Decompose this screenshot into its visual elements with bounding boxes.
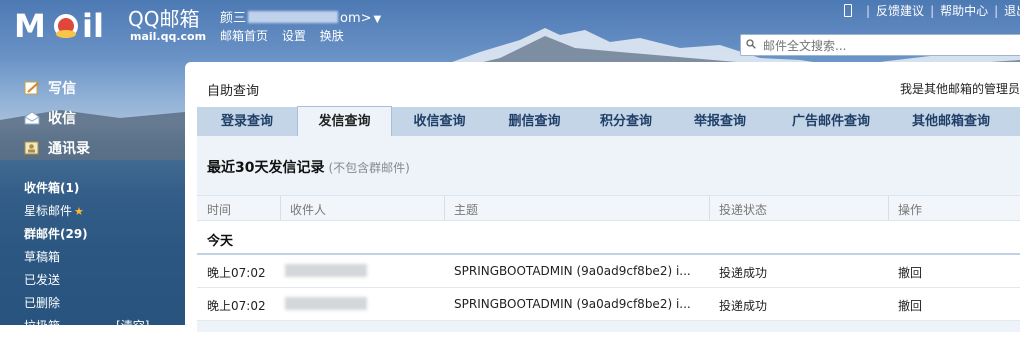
- recall-link[interactable]: 撤回: [898, 297, 922, 314]
- envelope-icon: [24, 111, 40, 125]
- contacts-label: 通讯录: [48, 141, 90, 157]
- divider: |: [994, 4, 999, 18]
- account-selector[interactable]: 颜三 om> ▼: [220, 7, 381, 26]
- folder-spam-label: 垃圾箱: [24, 319, 61, 333]
- group-label: 今天: [207, 234, 234, 249]
- account-name-prefix: 颜三: [220, 11, 247, 26]
- row-time: 晚上07:02: [207, 266, 266, 280]
- recipient-redacted: [285, 264, 367, 277]
- compose-icon: [24, 81, 39, 95]
- main-panel: 自助查询 我是其他邮箱的管理员 登录查询 发信查询 收信查询 删信查询 积分查询…: [185, 62, 1020, 332]
- row-status: 投递成功: [719, 266, 768, 280]
- compose-button[interactable]: 写信: [24, 78, 76, 98]
- nav-mail-home[interactable]: 邮箱首页: [220, 29, 268, 43]
- folder-deleted[interactable]: 已删除: [24, 295, 149, 318]
- contacts-icon: [24, 141, 39, 155]
- tab-report-query[interactable]: 举报查询: [670, 107, 770, 136]
- tab-delete-query[interactable]: 删信查询: [487, 107, 582, 136]
- column-recipient: 收件人: [290, 203, 327, 217]
- compose-label: 写信: [48, 81, 76, 97]
- help-link[interactable]: 帮助中心: [940, 4, 988, 18]
- folder-drafts[interactable]: 草稿箱: [24, 249, 149, 272]
- search-box[interactable]: [740, 34, 1020, 56]
- column-action: 操作: [898, 203, 923, 217]
- top-nav: 邮箱首页 设置 换肤: [220, 27, 354, 44]
- tab-login-query[interactable]: 登录查询: [197, 107, 297, 136]
- divider: |: [930, 4, 935, 18]
- account-name-suffix: om>: [340, 11, 372, 26]
- folder-list: 收件箱(1) 星标邮件 ★ 群邮件(29) 草稿箱 已发送 已删除 垃圾箱 [清空]: [24, 180, 149, 341]
- empty-spam-link[interactable]: [清空]: [116, 319, 149, 333]
- table-row[interactable]: 晚上07:02 SPRINGBOOTADMIN (9a0ad9cf8be2) i…: [197, 288, 1020, 321]
- folder-sent[interactable]: 已发送: [24, 272, 149, 295]
- tab-ad-mail-query[interactable]: 广告邮件查询: [770, 107, 892, 136]
- receive-button[interactable]: 收信: [24, 108, 76, 128]
- qq-mail-logo[interactable]: M il: [14, 4, 126, 47]
- folder-starred-label: 星标邮件: [24, 204, 73, 218]
- section-note: (不包含群邮件): [328, 161, 410, 175]
- column-divider: [444, 196, 445, 220]
- top-links: | 反馈建议 | 帮助中心 | 退出: [844, 2, 1020, 19]
- tab-receive-query[interactable]: 收信查询: [392, 107, 487, 136]
- phone-icon[interactable]: [844, 4, 852, 17]
- chevron-down-icon[interactable]: ▼: [374, 14, 382, 25]
- row-status: 投递成功: [719, 299, 768, 313]
- divider: |: [866, 4, 871, 18]
- column-time: 时间: [207, 203, 232, 217]
- nav-settings[interactable]: 设置: [282, 29, 306, 43]
- nav-skin[interactable]: 换肤: [320, 29, 344, 43]
- folder-starred[interactable]: 星标邮件 ★: [24, 203, 149, 226]
- search-icon[interactable]: [746, 39, 756, 49]
- column-divider: [888, 196, 889, 220]
- logout-link[interactable]: 退出: [1004, 4, 1020, 18]
- row-time: 晚上07:02: [207, 299, 266, 313]
- folder-group[interactable]: 群邮件(29): [24, 226, 149, 249]
- admin-link[interactable]: 我是其他邮箱的管理员: [900, 80, 1020, 97]
- recall-link[interactable]: 撤回: [898, 264, 922, 281]
- section-title: 最近30天发信记录 (不包含群邮件): [207, 157, 410, 177]
- svg-text:M: M: [14, 7, 46, 44]
- tab-send-query[interactable]: 发信查询: [297, 106, 392, 137]
- receive-label: 收信: [48, 111, 76, 127]
- contacts-button[interactable]: 通讯录: [24, 138, 90, 158]
- account-redacted: [248, 11, 339, 23]
- page-title: 自助查询: [207, 84, 260, 99]
- send-records: 最近30天发信记录 (不包含群邮件) 时间 收件人 主题 投递状态 操作 今天 晚…: [197, 136, 1020, 332]
- row-subject[interactable]: SPRINGBOOTADMIN (9a0ad9cf8be2) i...: [454, 297, 691, 311]
- table-row[interactable]: 晚上07:02 SPRINGBOOTADMIN (9a0ad9cf8be2) i…: [197, 255, 1020, 288]
- brand-url: mail.qq.com: [130, 30, 207, 43]
- tab-points-query[interactable]: 积分查询: [582, 107, 670, 136]
- recipient-redacted: [285, 297, 367, 310]
- svg-text:il: il: [82, 7, 104, 44]
- column-subject: 主题: [454, 203, 479, 217]
- folder-inbox[interactable]: 收件箱(1): [24, 180, 149, 203]
- brand-name: QQ邮箱: [128, 7, 200, 31]
- row-subject[interactable]: SPRINGBOOTADMIN (9a0ad9cf8be2) i...: [454, 264, 691, 278]
- tab-other-mail-query[interactable]: 其他邮箱查询: [892, 107, 1010, 136]
- query-tabs: 登录查询 发信查询 收信查询 删信查询 积分查询 举报查询 广告邮件查询 其他邮…: [197, 106, 1020, 137]
- column-divider: [709, 196, 710, 220]
- folder-spam[interactable]: 垃圾箱 [清空]: [24, 318, 149, 341]
- star-icon: ★: [74, 205, 84, 218]
- column-status: 投递状态: [719, 203, 768, 217]
- section-title-text: 最近30天发信记录: [207, 160, 325, 176]
- search-input[interactable]: [761, 37, 1005, 55]
- feedback-link[interactable]: 反馈建议: [876, 4, 924, 18]
- column-divider: [280, 196, 281, 220]
- table-header: 时间 收件人 主题 投递状态 操作: [197, 195, 1020, 221]
- group-today: 今天: [197, 221, 1020, 255]
